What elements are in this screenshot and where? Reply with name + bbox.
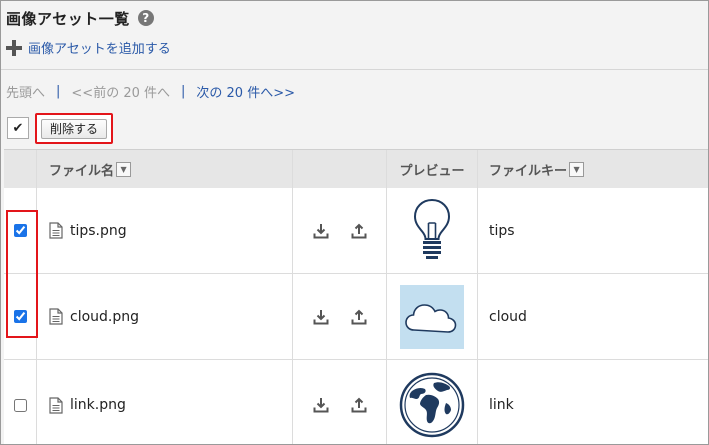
download-icon[interactable] bbox=[313, 397, 329, 413]
file-name: cloud.png bbox=[70, 308, 140, 325]
download-icon[interactable] bbox=[313, 223, 329, 239]
add-image-asset-link[interactable]: 画像アセットを追加する bbox=[6, 38, 171, 57]
header-file-key-label: ファイルキー bbox=[489, 163, 568, 179]
page-title: 画像アセット一覧 bbox=[6, 9, 130, 28]
divider bbox=[1, 69, 708, 70]
table-header: ファイル名 ▼ プレビュー ファイルキー ▼ bbox=[4, 149, 708, 189]
pager: 先頭へ | <<前の 20 件へ | 次の 20 件へ>> bbox=[6, 82, 295, 101]
header-select-cell bbox=[4, 150, 37, 188]
action-cell bbox=[293, 274, 387, 359]
pager-first: 先頭へ bbox=[6, 86, 46, 101]
header-preview: プレビュー bbox=[387, 150, 478, 188]
upload-icon[interactable] bbox=[351, 397, 367, 413]
file-key: tips bbox=[489, 222, 515, 239]
pager-separator: | bbox=[181, 84, 186, 99]
download-icon[interactable] bbox=[313, 309, 329, 325]
plus-icon bbox=[6, 39, 22, 56]
table-row: cloud.png cloud bbox=[4, 274, 708, 360]
cloud-icon bbox=[400, 284, 464, 349]
file-name-cell: cloud.png bbox=[37, 274, 293, 359]
table-row: tips.png tips bbox=[4, 188, 708, 274]
file-key-cell: tips bbox=[478, 188, 708, 273]
file-key: cloud bbox=[489, 308, 527, 325]
delete-highlight: 削除する bbox=[35, 113, 114, 144]
dropdown-arrow-icon[interactable]: ▼ bbox=[569, 161, 585, 177]
action-cell bbox=[293, 360, 387, 444]
preview-cell bbox=[387, 274, 478, 359]
upload-icon[interactable] bbox=[351, 223, 367, 239]
document-icon bbox=[49, 396, 63, 414]
check-mark-icon: ✔ bbox=[12, 120, 24, 136]
header-actions bbox=[293, 150, 387, 188]
toolbar: ✔ 削除する bbox=[7, 113, 114, 144]
file-name-cell: link.png bbox=[37, 360, 293, 444]
globe-icon bbox=[399, 372, 465, 438]
lightbulb-icon bbox=[413, 198, 451, 259]
checkbox-highlight bbox=[6, 210, 38, 338]
table-row: link.png link bbox=[4, 360, 708, 444]
page-frame: 画像アセット一覧 ? 画像アセットを追加する 先頭へ | <<前の 20 件へ … bbox=[0, 0, 709, 445]
preview-cell bbox=[387, 188, 478, 273]
action-cell bbox=[293, 188, 387, 273]
add-image-asset-label[interactable]: 画像アセットを追加する bbox=[28, 38, 171, 57]
file-key: link bbox=[489, 397, 514, 413]
header-file-key[interactable]: ファイルキー ▼ bbox=[478, 150, 708, 188]
file-name: tips.png bbox=[70, 222, 127, 239]
row-checkbox[interactable] bbox=[13, 398, 27, 412]
help-icon[interactable]: ? bbox=[137, 10, 154, 26]
pager-next-link[interactable]: 次の 20 件へ>> bbox=[196, 82, 295, 101]
dropdown-arrow-icon[interactable]: ▼ bbox=[116, 161, 132, 177]
delete-button[interactable]: 削除する bbox=[41, 118, 108, 139]
pager-separator: | bbox=[56, 84, 61, 99]
document-icon bbox=[49, 308, 63, 325]
file-key-cell: cloud bbox=[478, 274, 708, 359]
header-file-name[interactable]: ファイル名 ▼ bbox=[37, 150, 293, 188]
upload-icon[interactable] bbox=[351, 309, 367, 325]
file-key-cell: link bbox=[478, 360, 708, 444]
title-row: 画像アセット一覧 ? bbox=[6, 7, 154, 29]
header-file-name-label: ファイル名 bbox=[49, 163, 115, 179]
select-all-checkbox[interactable]: ✔ bbox=[7, 117, 29, 140]
pager-prev: <<前の 20 件へ bbox=[71, 86, 170, 101]
row-select-cell bbox=[4, 360, 37, 444]
file-name: link.png bbox=[70, 397, 126, 413]
preview-cell bbox=[387, 360, 478, 444]
document-icon bbox=[49, 222, 63, 239]
file-name-cell: tips.png bbox=[37, 188, 293, 273]
